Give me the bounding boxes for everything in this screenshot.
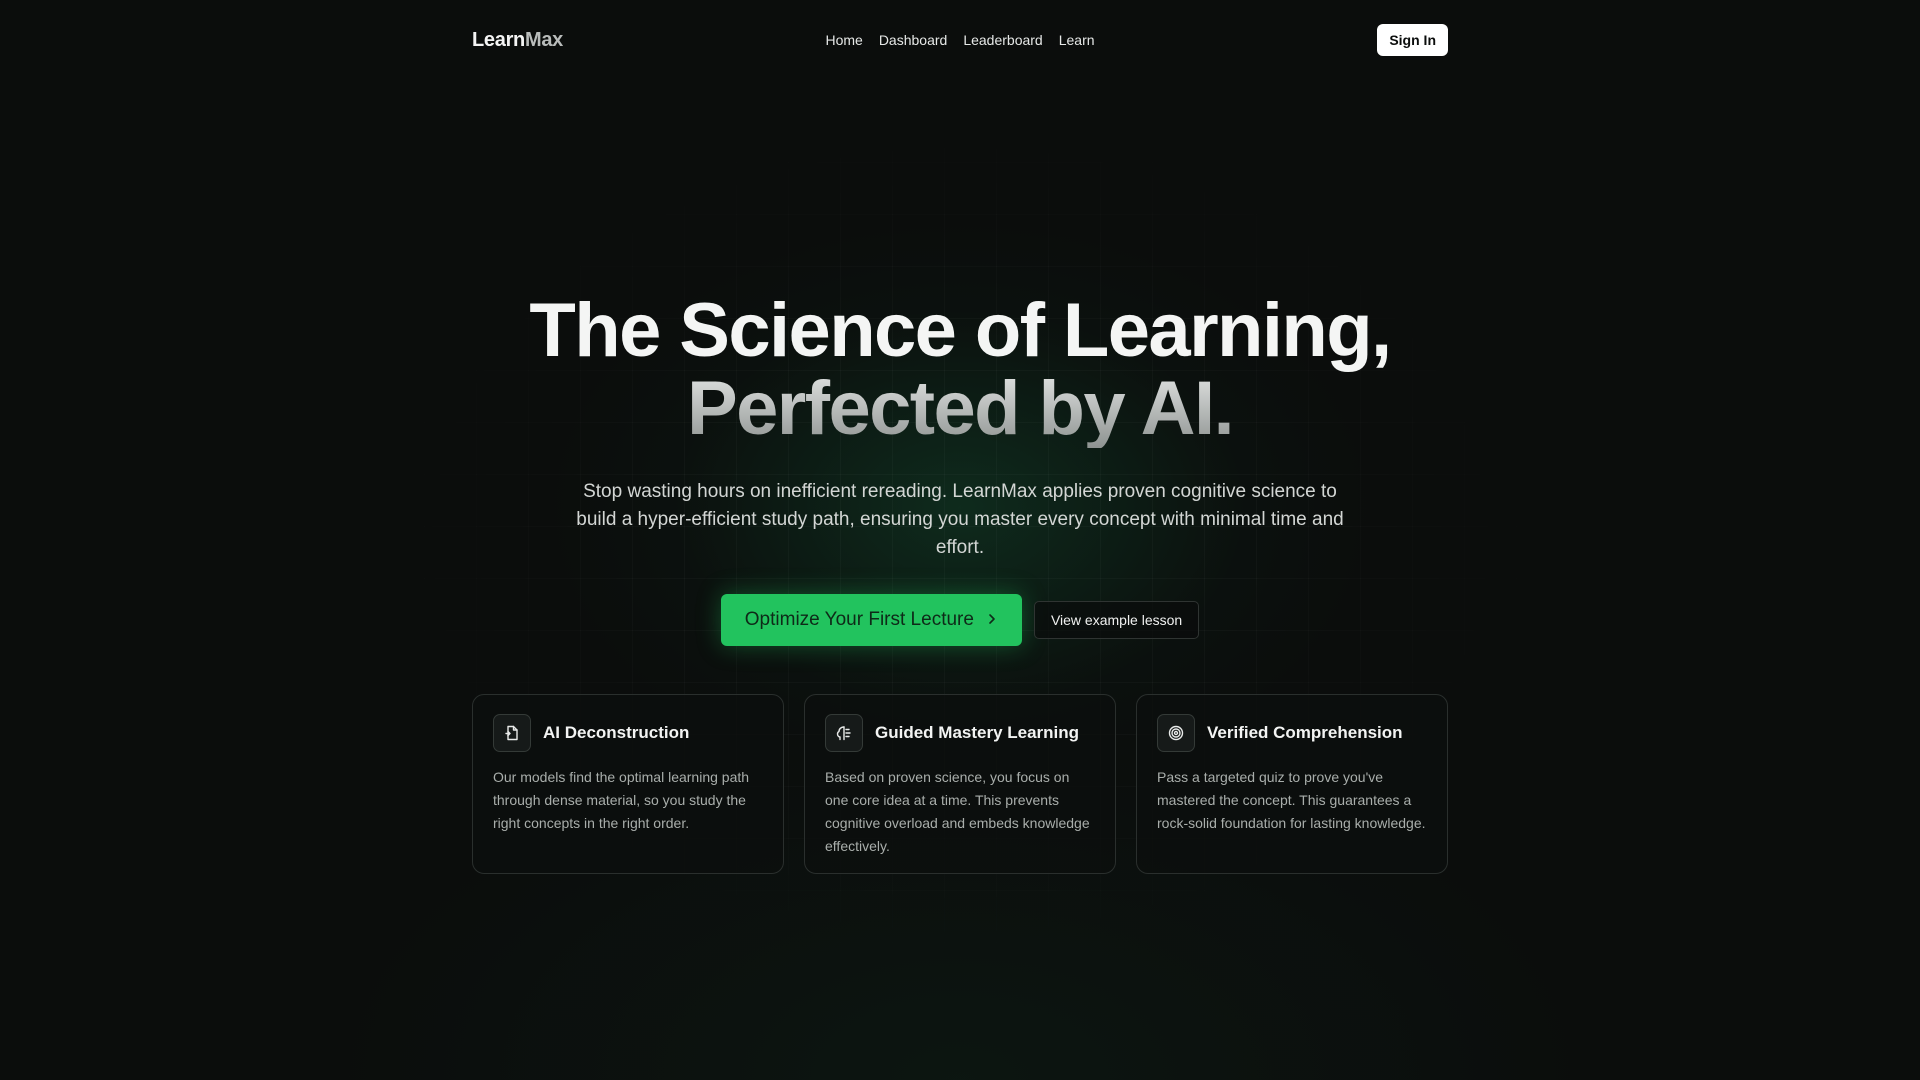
hero-title: The Science of Learning, Perfected by AI…	[472, 292, 1448, 448]
card-header: Guided Mastery Learning	[825, 714, 1095, 752]
card-title: Guided Mastery Learning	[875, 723, 1080, 742]
nav-link-dashboard[interactable]: Dashboard	[879, 32, 948, 48]
nav-link-leaderboard[interactable]: Leaderboard	[963, 32, 1042, 48]
optimize-lecture-label: Optimize Your First Lecture	[744, 609, 974, 630]
card-title: AI Deconstruction	[543, 723, 690, 742]
optimize-lecture-button[interactable]: Optimize Your First Lecture	[720, 594, 1022, 646]
card-header: Verified Comprehension	[1157, 714, 1427, 752]
nav-link-home[interactable]: Home	[825, 32, 862, 48]
card-text: Based on proven science, you focus on on…	[825, 769, 1090, 854]
feature-card-guided-mastery: Guided Mastery Learning Based on proven …	[804, 694, 1116, 874]
logo-accent: Max	[524, 28, 563, 51]
nav-links: Home Dashboard Leaderboard Learn	[825, 32, 1094, 48]
target-icon	[1157, 714, 1195, 752]
card-text: Our models find the optimal learning pat…	[493, 769, 750, 831]
view-example-lesson-button[interactable]: View example lesson	[1033, 601, 1200, 639]
page-container: LearnMax Home Dashboard Leaderboard Lear…	[472, 0, 1448, 874]
logo[interactable]: LearnMax	[472, 29, 563, 52]
feature-card-ai-deconstruction: AI Deconstruction Our models find the op…	[472, 694, 784, 874]
card-title: Verified Comprehension	[1207, 723, 1403, 742]
nav-link-learn[interactable]: Learn	[1059, 32, 1095, 48]
hero-title-line2: Perfected by AI.	[472, 370, 1448, 448]
sign-in-button[interactable]: Sign In	[1377, 24, 1448, 56]
cta-row: Optimize Your First Lecture View example…	[472, 594, 1448, 646]
feature-cards: AI Deconstruction Our models find the op…	[472, 694, 1448, 874]
hero-subtitle: Stop wasting hours on inefficient reread…	[576, 481, 1344, 558]
hero-title-line1: The Science of Learning,	[529, 288, 1392, 373]
card-text: Pass a targeted quiz to prove you've mas…	[1157, 769, 1426, 831]
brain-icon	[825, 714, 863, 752]
document-split-icon	[493, 714, 531, 752]
logo-main: Learn	[472, 28, 525, 51]
top-nav: LearnMax Home Dashboard Leaderboard Lear…	[472, 0, 1448, 80]
feature-card-verified-comprehension: Verified Comprehension Pass a targeted q…	[1136, 694, 1448, 874]
chevron-right-icon	[986, 612, 998, 628]
hero-section: The Science of Learning, Perfected by AI…	[472, 292, 1448, 646]
card-header: AI Deconstruction	[493, 714, 763, 752]
